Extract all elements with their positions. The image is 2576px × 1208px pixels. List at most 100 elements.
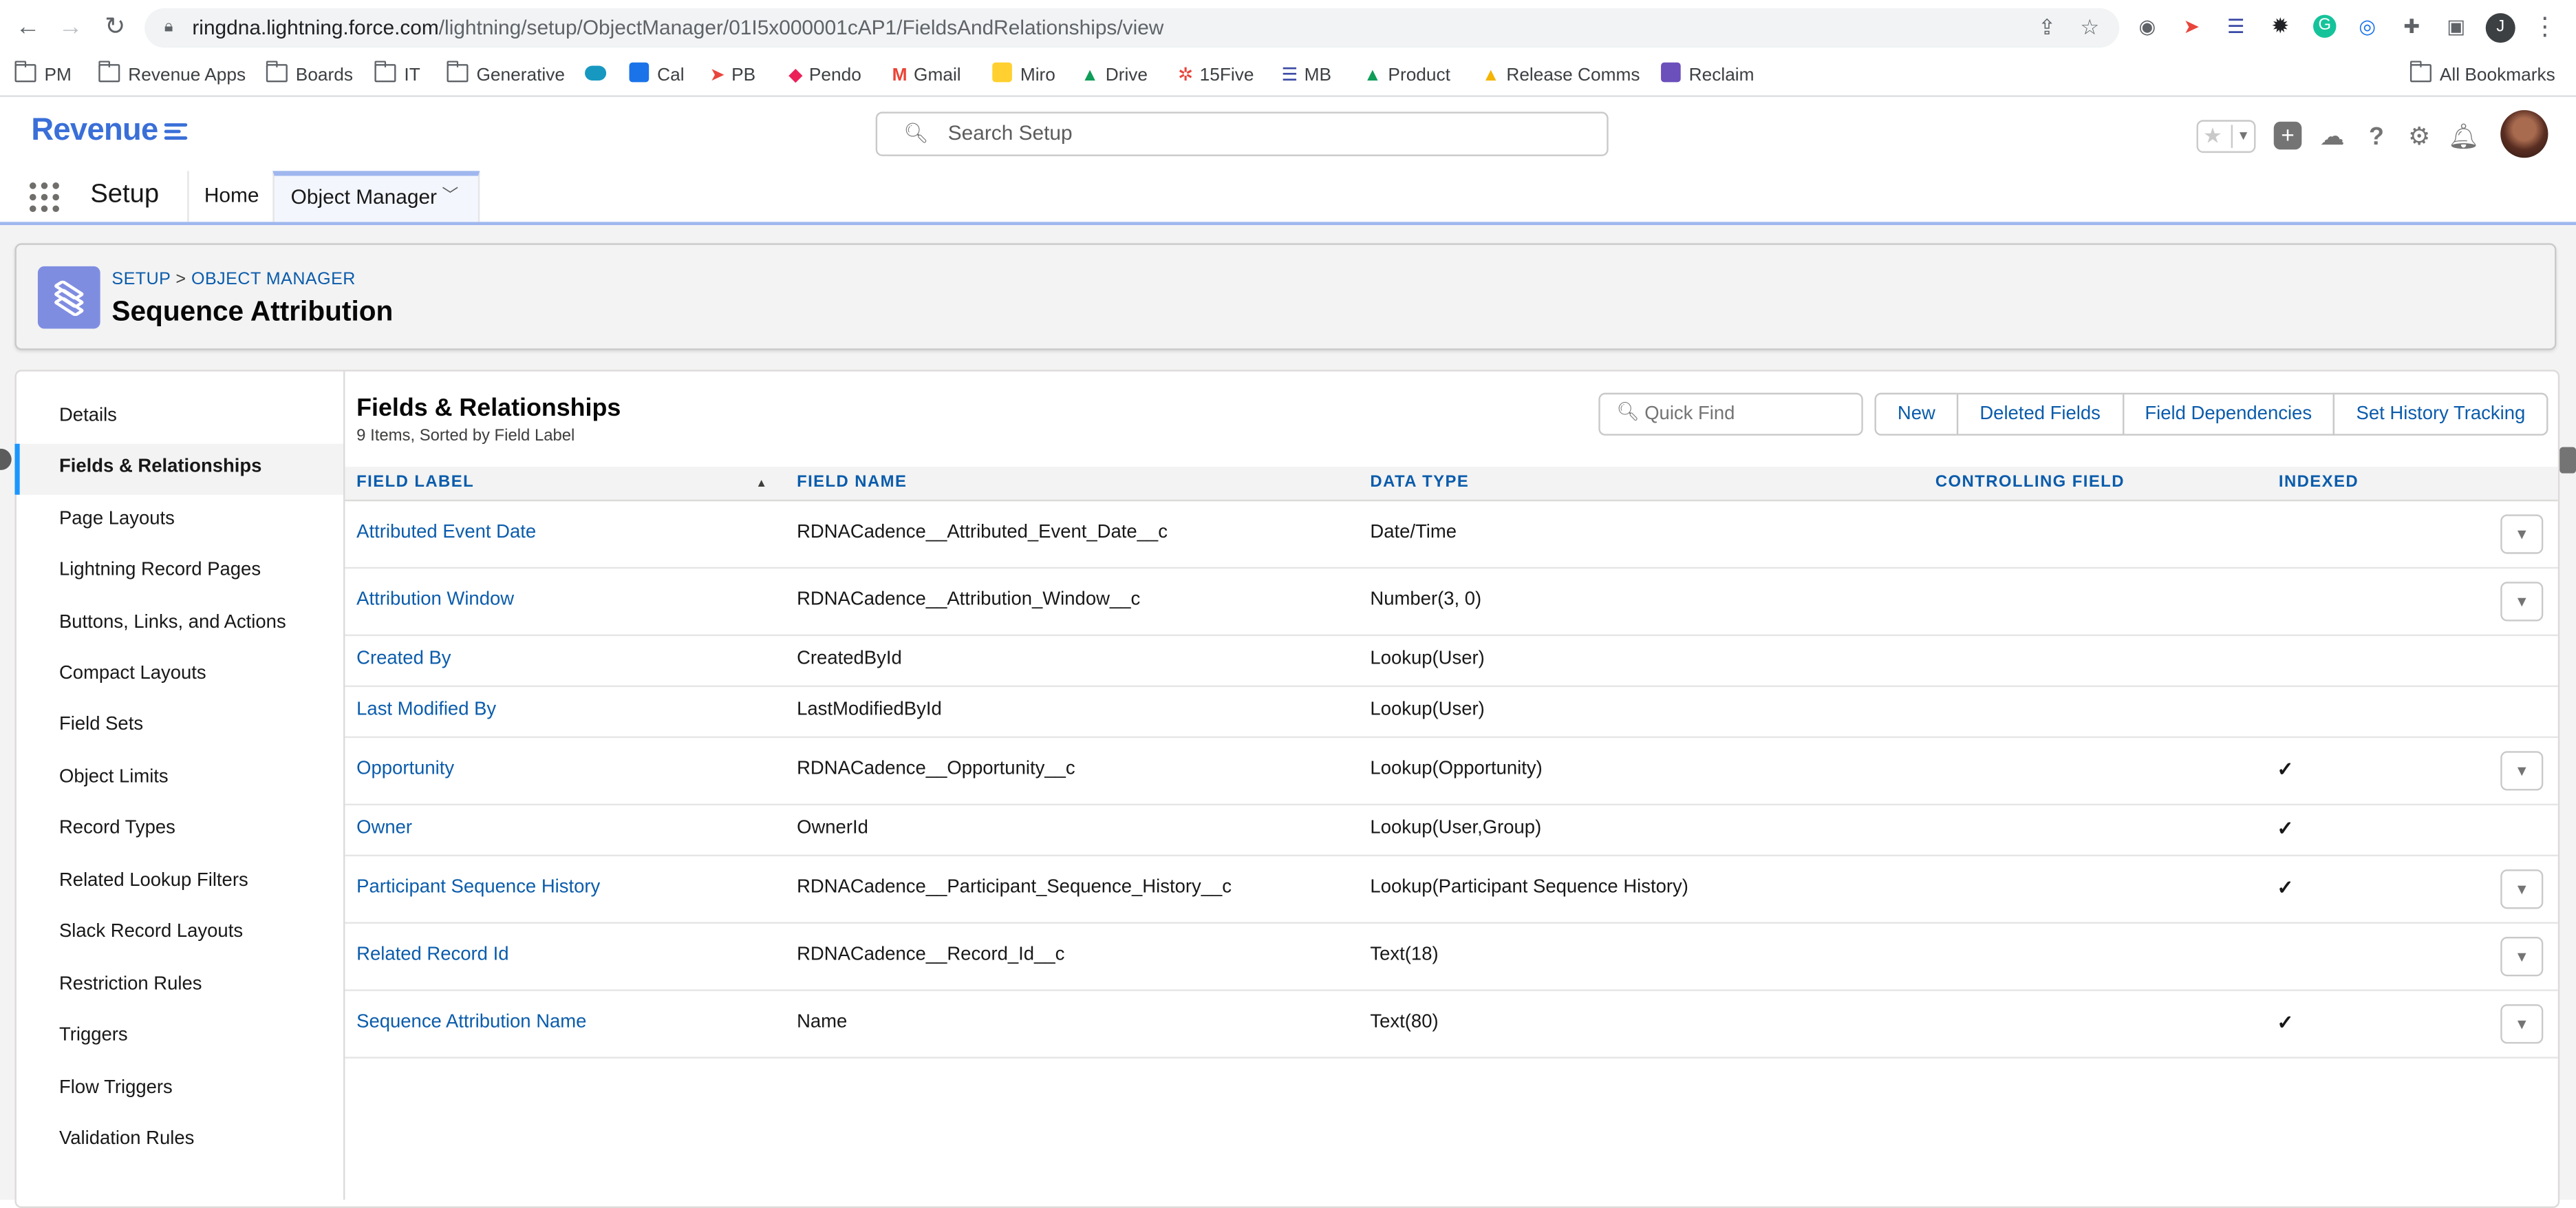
sidebar-item[interactable]: Field Sets [59, 715, 143, 735]
column-header-data-type[interactable]: DATA TYPE [1370, 467, 1469, 500]
field-label-link[interactable]: Owner [356, 818, 412, 838]
sidebar-item[interactable]: Flow Triggers [59, 1078, 173, 1098]
bookmark-product[interactable]: ▲ Product [1364, 63, 1450, 89]
bookmark-salesforce[interactable] [585, 63, 607, 89]
sidebar-item[interactable]: Buttons, Links, and Actions [59, 613, 286, 633]
search-icon: 🔍︎ [903, 121, 929, 145]
column-header-field-name[interactable]: FIELD NAME [797, 467, 907, 500]
bookmark-boards[interactable]: Boards [266, 61, 353, 89]
forward-arrow-icon[interactable]: → [56, 13, 85, 43]
back-arrow-icon[interactable]: ← [13, 13, 43, 43]
sidepanel-icon[interactable]: ▣ [2445, 14, 2468, 38]
global-header: Revenue 🔍︎ Search Setup ★ ▼ + ☁ ? ⚙ 🔔︎ [0, 96, 2576, 171]
breadcrumb-setup[interactable]: SETUP [111, 270, 171, 290]
gear-icon[interactable]: ⚙ [2403, 122, 2434, 153]
favorites-button[interactable]: ★ ▼ [2196, 120, 2256, 153]
chevron-down-icon[interactable]: ▼ [2231, 125, 2254, 148]
puzzle-extension-icon[interactable]: ✚ [2400, 14, 2424, 38]
app-name: Setup [90, 180, 160, 209]
column-header-controlling-field[interactable]: CONTROLLING FIELD [1935, 467, 2125, 500]
field-label-link[interactable]: Attributed Event Date [356, 522, 536, 542]
bookmark-pb[interactable]: ➤ PB [710, 63, 756, 89]
bookmark-pendo[interactable]: ◆ Pendo [788, 63, 861, 89]
address-bar[interactable]: 🔒︎ ringdna.lightning.force.com/lightning… [144, 8, 2120, 48]
bookmark-15five[interactable]: ✲ 15Five [1178, 63, 1254, 89]
field-label-link[interactable]: Attribution Window [356, 590, 514, 610]
row-actions-menu-button[interactable]: ▼ [2500, 514, 2544, 554]
sidebar-item[interactable]: Record Types [59, 818, 175, 838]
bookmark-drive[interactable]: ▲ Drive [1081, 63, 1148, 89]
field-label-link[interactable]: Participant Sequence History [356, 878, 600, 898]
scrollbar-thumb[interactable] [2559, 447, 2576, 474]
bookmark-all[interactable]: All Bookmarks [2409, 61, 2555, 89]
sort-ascending-icon[interactable]: ▲ [755, 478, 767, 490]
salesforce-cloud-icon [585, 65, 607, 81]
tab-home[interactable]: Home [187, 171, 275, 222]
help-icon[interactable]: ? [2361, 122, 2392, 153]
bookmark-miro[interactable]: Miro [992, 62, 1055, 89]
row-actions-menu-button[interactable]: ▼ [2500, 751, 2544, 791]
sidebar-item[interactable]: Details [59, 406, 117, 426]
global-actions-icon[interactable]: + [2273, 121, 2302, 150]
camera-extension-icon[interactable]: ◉ [2136, 14, 2159, 38]
field-api-name: RDNACadence__Attribution_Window__c [797, 590, 1141, 610]
bookmark-cal[interactable]: Cal [629, 62, 685, 89]
bookmark-generative[interactable]: Generative [447, 61, 565, 89]
share-icon[interactable]: ⇪ [2034, 14, 2060, 41]
field-label-link[interactable]: Last Modified By [356, 700, 496, 720]
sidebar-item[interactable]: Object Limits [59, 767, 169, 787]
sidebar-item[interactable]: Page Layouts [59, 509, 175, 529]
sidebar-item[interactable]: Restriction Rules [59, 975, 202, 995]
breadcrumb-object-manager[interactable]: OBJECT MANAGER [191, 270, 356, 290]
field-data-type: Lookup(Opportunity) [1370, 759, 1543, 779]
reload-icon[interactable]: ↻ [100, 13, 130, 43]
sidebar-item[interactable]: Related Lookup Filters [59, 871, 248, 891]
trailhead-icon[interactable]: ☁ [2317, 122, 2348, 153]
app-launcher-icon[interactable] [29, 182, 59, 213]
row-actions-menu-button[interactable]: ▼ [2500, 869, 2544, 909]
indexed-check-icon: ✓ [2277, 1010, 2294, 1034]
bookmark-release-comms[interactable]: ▲ Release Comms [1482, 63, 1640, 89]
user-avatar[interactable] [2500, 109, 2548, 158]
bell-icon[interactable]: 🔔︎ [2448, 122, 2479, 153]
bookmark-gmail[interactable]: M Gmail [892, 63, 961, 89]
column-header-indexed[interactable]: INDEXED [2279, 467, 2359, 500]
set-history-tracking-button[interactable]: Set History Tracking [2333, 392, 2548, 436]
bookmark-it[interactable]: IT [374, 61, 420, 89]
field-label-link[interactable]: Created By [356, 649, 451, 669]
sidebar-item[interactable]: Triggers [59, 1026, 128, 1046]
row-actions-menu-button[interactable]: ▼ [2500, 1004, 2544, 1044]
bookmark-reclaim[interactable]: Reclaim [1661, 62, 1754, 89]
pb-extension-icon[interactable]: ➤ [2180, 14, 2204, 38]
row-actions-menu-button[interactable]: ▼ [2500, 937, 2544, 977]
bookmark-pm[interactable]: PM [14, 61, 72, 89]
kebab-menu-icon[interactable]: ⋮ [2530, 13, 2559, 43]
bookmark-star-icon[interactable]: ☆ [2076, 14, 2103, 41]
quick-find-input[interactable]: 🔍︎ Quick Find [1598, 392, 1863, 436]
global-search-input[interactable]: 🔍︎ Search Setup [875, 112, 1609, 156]
deleted-fields-button[interactable]: Deleted Fields [1956, 392, 2124, 436]
field-label-link[interactable]: Opportunity [356, 759, 454, 779]
sidebar-item[interactable]: Validation Rules [59, 1129, 194, 1149]
bookmark-revenue-apps[interactable]: Revenue Apps [98, 61, 246, 89]
new-field-button[interactable]: New [1874, 392, 1959, 436]
sidebar-item[interactable]: Slack Record Layouts [59, 922, 243, 942]
circle-extension-icon[interactable]: ◎ [2356, 14, 2379, 38]
folder-icon [2409, 61, 2432, 83]
column-header-field-label[interactable]: FIELD LABEL [356, 467, 474, 500]
sidebar-item[interactable]: Fields & Relationships [59, 457, 261, 477]
field-label-link[interactable]: Sequence Attribution Name [356, 1013, 586, 1032]
org-logo[interactable]: Revenue [31, 114, 158, 150]
sidebar-item[interactable]: Compact Layouts [59, 664, 206, 684]
field-label-link[interactable]: Related Record Id [356, 945, 508, 965]
tab-object-manager[interactable]: Object Manager ﹀ [272, 171, 480, 222]
row-actions-menu-button[interactable]: ▼ [2500, 582, 2544, 622]
gear-extension-icon[interactable]: ✹ [2268, 14, 2292, 38]
sidebar-item[interactable]: Lightning Record Pages [59, 560, 261, 580]
chevron-down-icon[interactable]: ﹀ [442, 176, 458, 218]
field-dependencies-button[interactable]: Field Dependencies [2121, 392, 2335, 436]
list-extension-icon[interactable]: ☰ [2224, 14, 2248, 38]
bookmark-mb[interactable]: ☰ MB [1281, 63, 1331, 89]
grammarly-extension-icon[interactable]: G [2313, 14, 2337, 38]
profile-avatar[interactable]: J [2485, 13, 2515, 43]
